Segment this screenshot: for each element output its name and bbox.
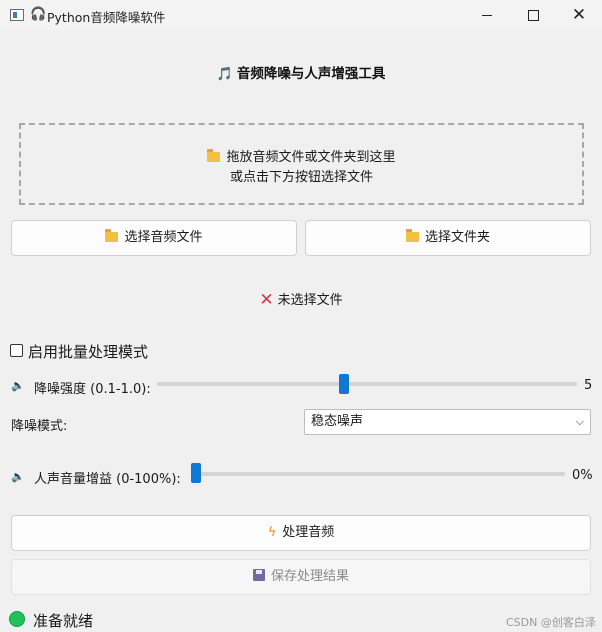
- status-indicator-icon: [9, 611, 25, 627]
- select-file-label: 选择音频文件: [124, 230, 203, 245]
- headphones-icon: 🎧: [30, 7, 47, 22]
- music-note-icon: 🎵: [216, 67, 233, 82]
- floppy-disk-icon: [252, 569, 265, 581]
- maximize-button[interactable]: [510, 0, 556, 31]
- drop-zone[interactable]: 拖放音频文件或文件夹到这里 或点击下方按钮选择文件: [19, 123, 584, 205]
- batch-mode-checkbox[interactable]: [10, 344, 23, 357]
- vocal-gain-slider[interactable]: [193, 472, 565, 476]
- vocal-gain-value: 0%: [572, 468, 593, 483]
- watermark: CSDN @创客白泽: [506, 616, 596, 629]
- noise-strength-slider-handle[interactable]: [339, 374, 349, 394]
- select-folder-button[interactable]: 选择文件夹: [305, 220, 591, 256]
- save-result-button[interactable]: 保存处理结果: [11, 559, 591, 595]
- status-text: 准备就绪: [33, 612, 94, 630]
- cross-icon: ✕: [259, 290, 274, 310]
- drop-zone-line2: 或点击下方按钮选择文件: [229, 170, 373, 185]
- noise-strength-slider[interactable]: [157, 382, 577, 386]
- vocal-gain-slider-handle[interactable]: [191, 463, 201, 483]
- select-folder-label: 选择文件夹: [424, 230, 490, 245]
- noise-mode-label: 降噪模式:: [11, 419, 68, 434]
- minimize-button[interactable]: [464, 0, 510, 31]
- file-status: ✕ 未选择文件: [0, 289, 602, 310]
- noise-strength-value: 5: [584, 378, 593, 393]
- window-title: Python音频降噪软件: [47, 10, 166, 25]
- speaker-icon: 🔈: [11, 470, 25, 483]
- process-audio-button[interactable]: ϟ 处理音频: [11, 515, 591, 551]
- page-title-text: 音频降噪与人声增强工具: [236, 66, 386, 82]
- drop-zone-line1: 拖放音频文件或文件夹到这里: [21, 146, 582, 165]
- vocal-gain-label: 人声音量增益 (0-100%):: [34, 472, 181, 487]
- drop-zone-text: 拖放音频文件或文件夹到这里: [226, 150, 396, 165]
- speaker-icon: 🔈: [11, 379, 25, 392]
- batch-mode-label[interactable]: 启用批量处理模式: [28, 341, 148, 362]
- page-title: 🎵 音频降噪与人声增强工具: [0, 62, 602, 82]
- app-icon: [10, 9, 24, 21]
- folder-icon: [405, 229, 419, 242]
- folder-icon: [207, 149, 221, 162]
- folder-icon: [105, 229, 119, 242]
- process-audio-label: 处理音频: [282, 525, 335, 540]
- save-result-label: 保存处理结果: [270, 569, 349, 584]
- file-status-text: 未选择文件: [277, 293, 343, 308]
- title-bar: 🎧 Python音频降噪软件 ✕: [0, 0, 602, 31]
- noise-mode-selected: 稳态噪声: [311, 414, 364, 429]
- maximize-icon: [528, 10, 539, 21]
- close-icon: ✕: [571, 5, 587, 25]
- minimize-icon: [482, 15, 492, 16]
- close-button[interactable]: ✕: [556, 0, 602, 31]
- noise-mode-select[interactable]: 稳态噪声 ⌵: [304, 409, 591, 435]
- chevron-down-icon: ⌵: [575, 415, 584, 428]
- noise-strength-label: 降噪强度 (0.1-1.0):: [34, 382, 151, 397]
- lightning-icon: ϟ: [267, 525, 277, 540]
- select-file-button[interactable]: 选择音频文件: [11, 220, 297, 256]
